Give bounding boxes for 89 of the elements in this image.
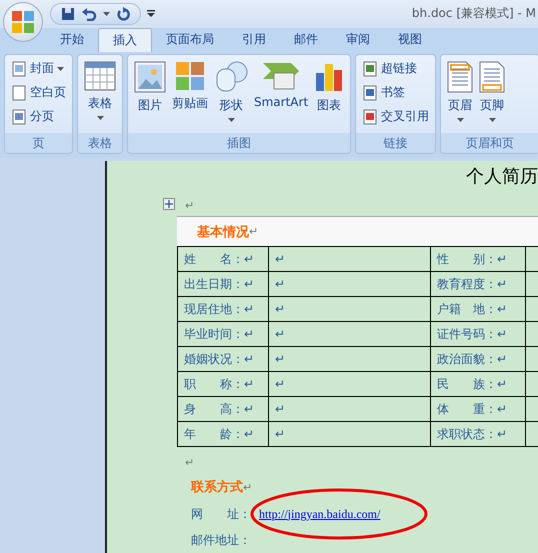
button-label: 表格: [88, 94, 112, 112]
paragraph-mark: ↵: [249, 225, 258, 238]
smartart-icon: [262, 60, 300, 91]
table-cell: 性 别：↵: [431, 247, 526, 272]
header-page-icon: [447, 60, 474, 93]
button-label: 封面: [30, 60, 54, 78]
group-label: 页: [5, 133, 72, 153]
table-cell[interactable]: ↵: [269, 372, 431, 397]
table-cell[interactable]: ↵: [269, 347, 431, 372]
ribbon-tab[interactable]: 插入: [98, 28, 152, 52]
office-logo-icon: [11, 10, 35, 34]
ribbon-button[interactable]: 交叉引用: [362, 106, 430, 127]
button-label: 页脚: [480, 96, 504, 114]
undo-icon[interactable]: [81, 6, 97, 21]
ribbon-button[interactable]: 书签: [362, 82, 430, 103]
ribbon-button[interactable]: 页眉: [447, 58, 474, 129]
section-heading: 基本情况: [197, 224, 249, 240]
table-cell[interactable]: ↵: [269, 247, 431, 272]
button-label: 图片: [138, 96, 162, 114]
table-cell: 身 高：↵: [178, 397, 269, 422]
customize-menu-icon[interactable]: [147, 10, 155, 18]
redo-icon[interactable]: [116, 6, 130, 21]
button-label: 超链接: [381, 60, 418, 78]
ribbon-tab[interactable]: 页面布局: [152, 28, 228, 52]
save-icon[interactable]: [61, 6, 75, 21]
table-cell[interactable]: ↵: [269, 397, 431, 422]
table-cell[interactable]: ↵: [269, 422, 431, 447]
button-label: 页眉: [448, 96, 472, 114]
caret-icon: [103, 12, 110, 16]
table-cell: 户籍 地：↵: [431, 297, 526, 322]
ribbon-tab[interactable]: 审阅: [332, 28, 384, 52]
field-label: 邮件地址：: [191, 532, 252, 548]
button-label: SmartArt: [254, 94, 308, 109]
table-cell: 政治面貌：↵: [431, 347, 526, 372]
move-handle-icon[interactable]: [163, 198, 175, 210]
shapes-icon: [214, 60, 248, 93]
table-cell: 求职状态：↵: [431, 422, 526, 447]
table-cell: 毕业时间：↵: [178, 322, 269, 347]
ribbon-tab[interactable]: 邮件: [280, 28, 332, 52]
table-cell[interactable]: ↵: [269, 322, 431, 347]
group-label: 插图: [128, 133, 350, 153]
table-icon: [84, 60, 116, 91]
button-label: 形状: [219, 96, 243, 114]
paragraph-mark: ↵: [185, 456, 194, 468]
button-label: 书签: [381, 84, 406, 102]
ribbon-button[interactable]: 图表: [314, 58, 344, 129]
picture-icon: [134, 60, 166, 93]
field-label: 网 址：: [191, 506, 252, 522]
ribbon-button[interactable]: 图片: [134, 58, 166, 129]
table-cell: 民 族：↵: [431, 372, 526, 397]
table-cell: 现居住地：↵: [178, 297, 269, 322]
table-cell: 职 称：↵: [178, 372, 269, 397]
ribbon-button[interactable]: 封面: [11, 58, 66, 79]
blank-page-icon: [11, 84, 27, 101]
table-cell: 年 龄：↵: [178, 422, 269, 447]
ribbon-tab[interactable]: 视图: [384, 28, 436, 52]
paragraph-mark: ↵: [185, 198, 194, 212]
ribbon-button[interactable]: 分页: [11, 106, 66, 127]
table-cell: 婚姻状况：↵: [178, 347, 269, 372]
footer-page-icon: [479, 60, 506, 93]
paragraph-mark: ↵: [243, 480, 252, 494]
table-cell: 体 重：↵: [431, 397, 526, 422]
ribbon-tab[interactable]: 开始: [46, 28, 98, 52]
ribbon-button[interactable]: 表格: [84, 58, 116, 129]
section-heading: 联系方式: [191, 478, 243, 496]
ribbon-button[interactable]: 形状: [214, 58, 248, 129]
document-title: 个人简历: [465, 165, 538, 189]
ribbon-button[interactable]: 超链接: [362, 58, 430, 79]
table-cell: 教育程度：↵: [431, 272, 526, 297]
ribbon-button[interactable]: 页脚: [479, 58, 506, 129]
button-label: 分页: [30, 108, 54, 126]
window-title: bh.doc [兼容模式] - M: [412, 5, 536, 22]
button-label: 交叉引用: [381, 108, 430, 126]
button-label: 空白页: [30, 84, 66, 102]
group-label: 表格: [78, 133, 122, 153]
ribbon-button[interactable]: 剪贴画: [172, 58, 208, 129]
clip-art-icon: [175, 60, 205, 91]
table-cell[interactable]: ↵: [269, 272, 431, 297]
group-label: 页眉和页: [441, 133, 538, 153]
table-cell: 出生日期：↵: [178, 272, 269, 297]
ribbon-tab[interactable]: 引用: [228, 28, 280, 52]
button-label: 剪贴画: [172, 94, 208, 112]
ribbon-button[interactable]: SmartArt: [254, 58, 308, 129]
table-cell: 证件号码：↵: [431, 322, 526, 347]
group-label: 链接: [356, 133, 436, 153]
table-cell: 姓 名：↵: [178, 247, 269, 272]
table-cell[interactable]: ↵: [269, 297, 431, 322]
button-label: 图表: [317, 96, 342, 114]
ribbon-button[interactable]: 空白页: [11, 82, 66, 103]
